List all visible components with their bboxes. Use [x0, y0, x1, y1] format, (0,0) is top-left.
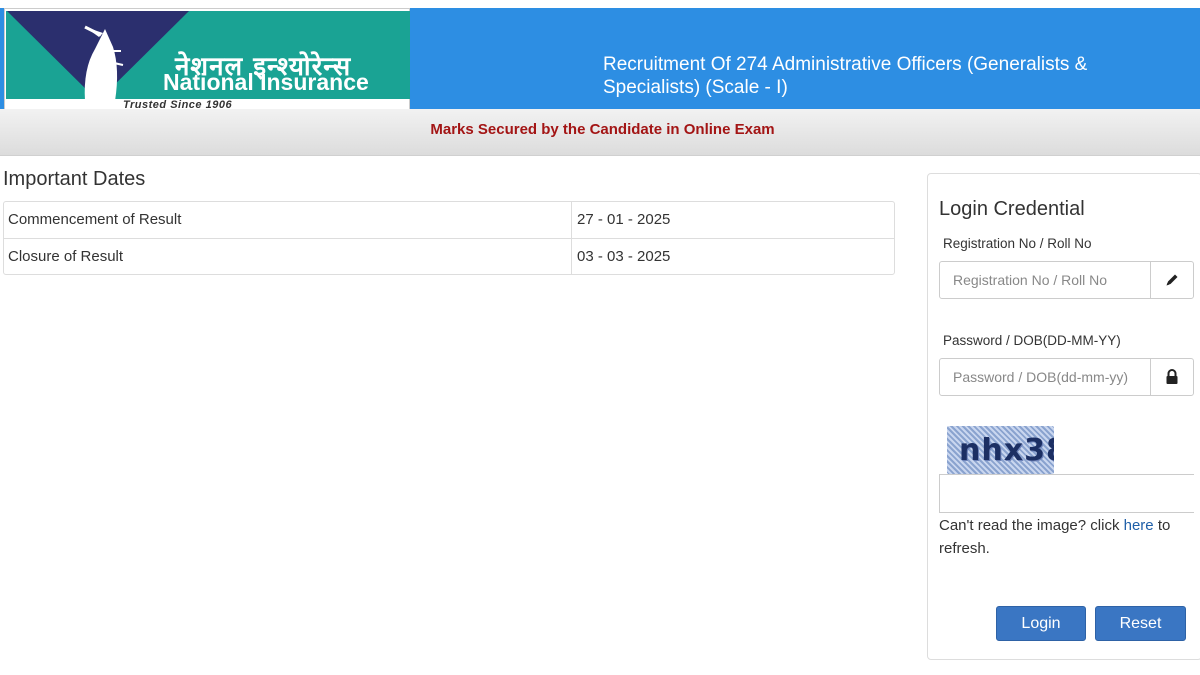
captcha-text: nhx38: [959, 433, 1054, 468]
password-input-group: [939, 358, 1194, 396]
table-row: Closure of Result 03 - 03 - 2025: [4, 238, 894, 274]
pencil-icon: [1150, 261, 1194, 299]
captcha-refresh-text: Can't read the image? click here to refr…: [939, 514, 1184, 560]
login-panel: Login Credential Registration No / Roll …: [927, 173, 1200, 660]
important-dates-title: Important Dates: [3, 168, 146, 190]
registration-input-group: [939, 261, 1194, 299]
reset-button[interactable]: Reset: [1095, 606, 1186, 641]
sub-banner-text: Marks Secured by the Candidate in Online…: [430, 121, 775, 138]
date-value: 03 - 03 - 2025: [577, 248, 671, 265]
sub-banner: Marks Secured by the Candidate in Online…: [0, 109, 1200, 156]
date-label: Commencement of Result: [4, 202, 572, 238]
login-button[interactable]: Login: [996, 606, 1086, 641]
important-dates-table: Commencement of Result 27 - 01 - 2025 Cl…: [3, 201, 895, 275]
password-input[interactable]: [939, 358, 1151, 396]
date-value: 27 - 01 - 2025: [577, 211, 671, 228]
brand-logo: नेशनल इन्श्योरेन्स National Insurance Tr…: [4, 8, 410, 111]
lock-icon: [1150, 358, 1194, 396]
logo-english-text: National Insurance: [163, 69, 369, 95]
page-title: Recruitment Of 274 Administrative Office…: [603, 54, 1088, 98]
registration-input[interactable]: [939, 261, 1151, 299]
captcha-refresh-link[interactable]: here: [1124, 517, 1154, 534]
password-label: Password / DOB(DD-MM-YY): [943, 333, 1121, 348]
refresh-prefix: Can't read the image? click: [939, 517, 1124, 534]
date-label: Closure of Result: [4, 239, 572, 274]
captcha-input[interactable]: [939, 474, 1194, 513]
login-title: Login Credential: [939, 198, 1085, 220]
registration-label: Registration No / Roll No: [943, 236, 1092, 251]
captcha-image: nhx38: [947, 426, 1054, 474]
table-row: Commencement of Result 27 - 01 - 2025: [4, 202, 894, 238]
